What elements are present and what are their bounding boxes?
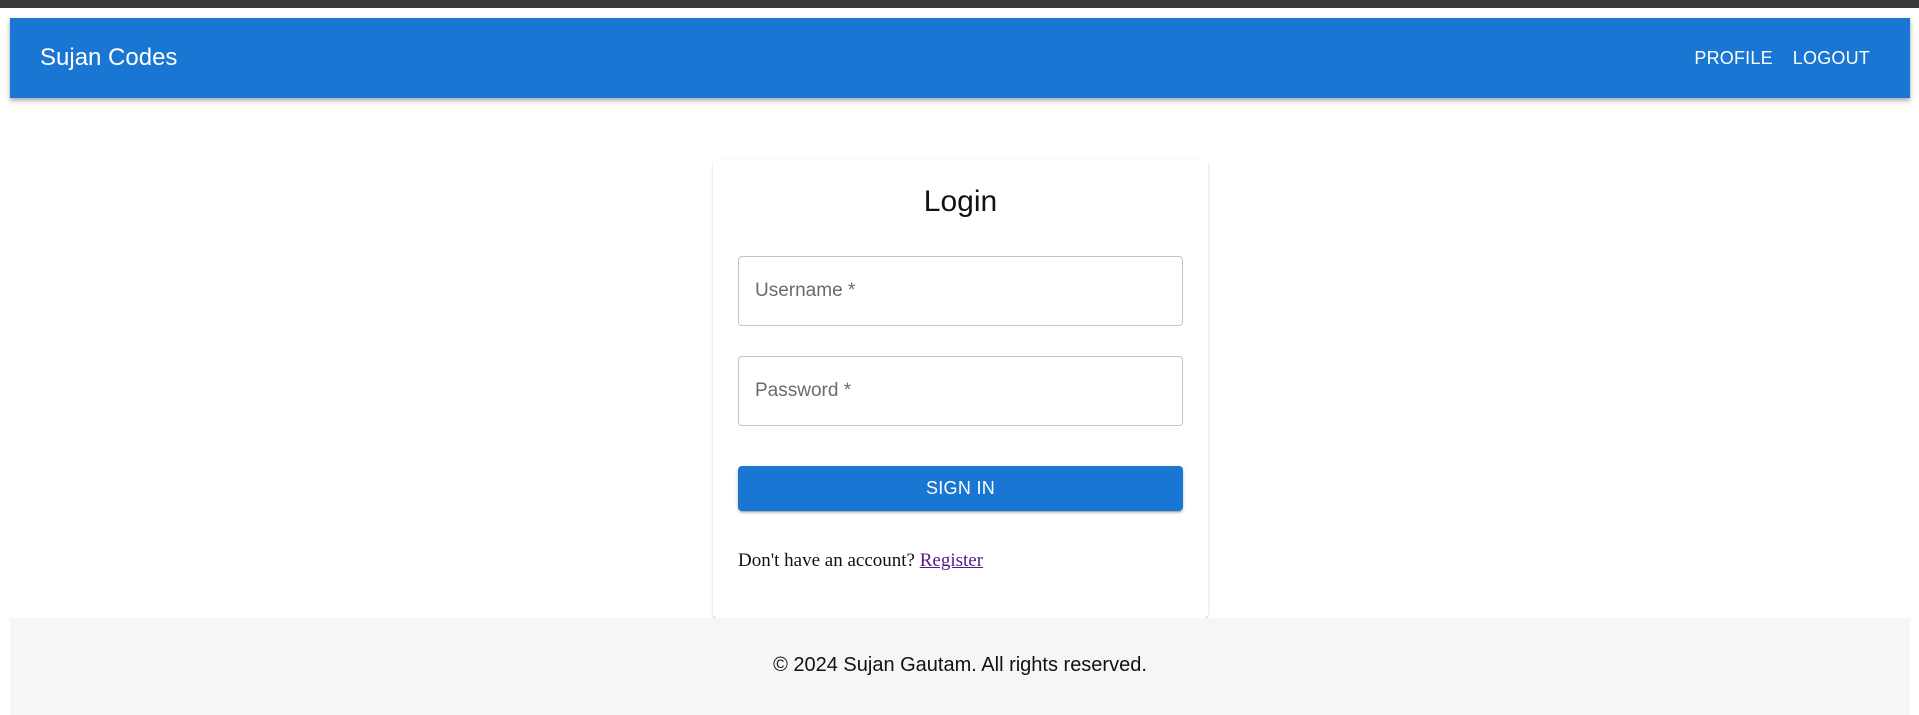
footer-copyright: © 2024 Sujan Gautam. All rights reserved…	[773, 654, 1147, 676]
register-line: Don't have an account? Register	[738, 550, 983, 572]
nav-logout-link[interactable]: LOGOUT	[1793, 48, 1870, 69]
username-field	[738, 256, 1183, 326]
nav-profile-link[interactable]: PROFILE	[1694, 48, 1772, 69]
register-prompt: Don't have an account?	[738, 550, 920, 571]
login-card: Login SIGN IN Don't have an account? Reg…	[713, 160, 1208, 618]
sign-in-button[interactable]: SIGN IN	[738, 466, 1183, 511]
password-field	[738, 356, 1183, 426]
brand-title[interactable]: Sujan Codes	[40, 18, 177, 98]
login-title: Login	[923, 185, 998, 218]
footer: © 2024 Sujan Gautam. All rights reserved…	[10, 618, 1910, 715]
password-input[interactable]	[739, 357, 1182, 425]
app-bar: Sujan Codes PROFILE LOGOUT	[10, 18, 1910, 98]
username-input[interactable]	[739, 257, 1182, 325]
top-nav: PROFILE LOGOUT	[1694, 18, 1870, 98]
browser-top-strip	[0, 0, 1919, 8]
register-link[interactable]: Register	[920, 550, 983, 571]
